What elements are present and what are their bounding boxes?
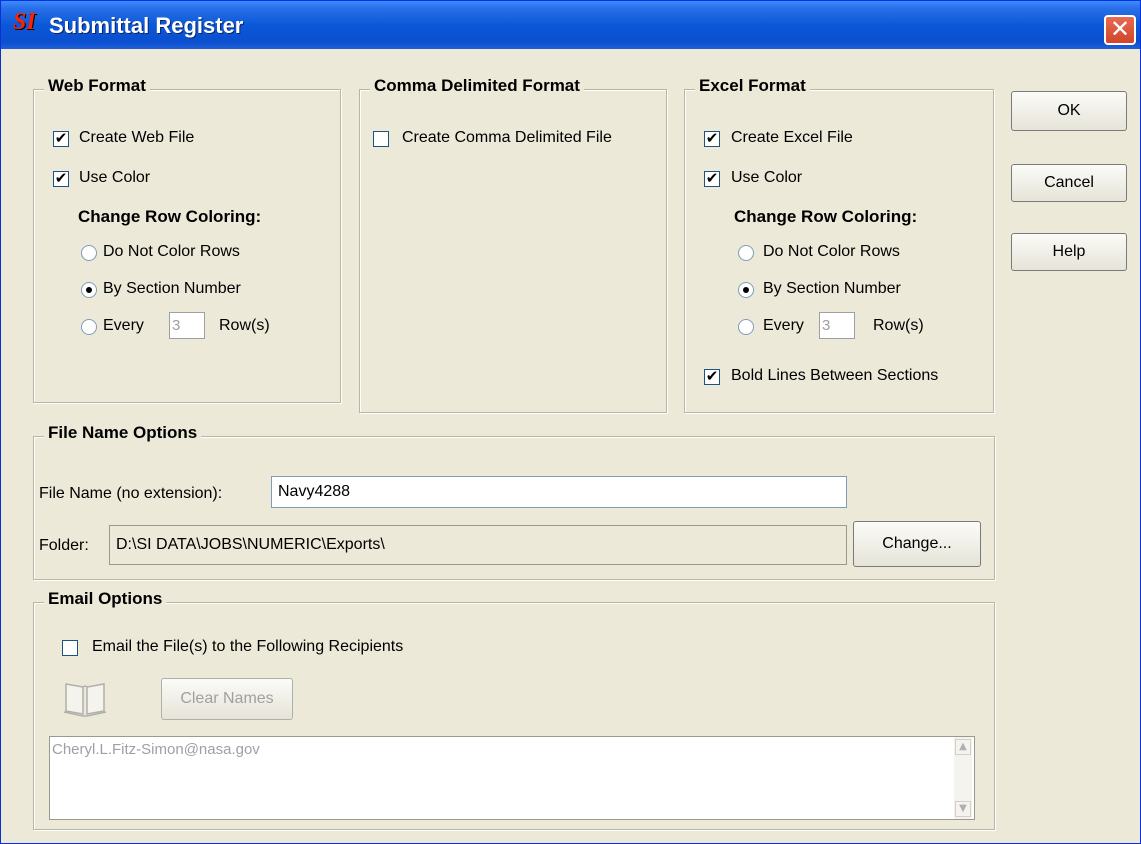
- create-excel-file-checkbox[interactable]: ✔: [704, 129, 720, 147]
- file-name-options-legend: File Name Options: [44, 423, 202, 443]
- web-format-legend: Web Format: [44, 76, 150, 96]
- title-bar[interactable]: SI Submittal Register ✕: [1, 1, 1140, 49]
- window-title: Submittal Register: [49, 13, 244, 38]
- submittal-register-dialog: SI Submittal Register ✕ Web Format ✔ Cre…: [0, 0, 1141, 844]
- folder-path-field: D:\SI DATA\JOBS\NUMERIC\Exports\: [109, 525, 847, 565]
- checkmark-icon: ✔: [54, 129, 68, 147]
- change-folder-button[interactable]: Change...: [853, 521, 981, 567]
- radio-selected-dot: [743, 287, 749, 293]
- checkmark-icon: ✔: [705, 169, 719, 187]
- create-comma-file-checkbox[interactable]: [373, 131, 389, 147]
- web-use-color-label[interactable]: Use Color: [79, 169, 150, 187]
- scroll-down-arrow-icon[interactable]: ▼: [955, 801, 971, 817]
- bold-lines-checkbox[interactable]: ✔: [704, 367, 720, 385]
- excel-use-color-label[interactable]: Use Color: [731, 169, 802, 187]
- web-radio-by-section[interactable]: [81, 282, 97, 298]
- close-button[interactable]: ✕: [1104, 15, 1136, 45]
- web-radio-every-label[interactable]: Every: [103, 317, 144, 335]
- email-file-checkbox[interactable]: [62, 640, 78, 656]
- clear-names-button[interactable]: Clear Names: [161, 678, 293, 720]
- checkmark-icon: ✔: [54, 169, 68, 187]
- excel-row-coloring-heading: Change Row Coloring:: [734, 207, 918, 226]
- web-radio-every[interactable]: [81, 319, 97, 335]
- excel-use-color-checkbox[interactable]: ✔: [704, 169, 720, 187]
- comma-format-legend: Comma Delimited Format: [370, 76, 584, 96]
- excel-radio-by-section[interactable]: [738, 282, 754, 298]
- close-icon: ✕: [1109, 15, 1131, 43]
- web-radio-do-not-color[interactable]: [81, 245, 97, 261]
- file-name-label: File Name (no extension):: [39, 485, 223, 502]
- excel-every-rows-input[interactable]: 3: [819, 312, 855, 339]
- checkmark-icon: ✔: [705, 129, 719, 147]
- app-logo-icon: SI: [13, 9, 36, 35]
- excel-radio-do-not-color[interactable]: [738, 245, 754, 261]
- web-use-color-checkbox[interactable]: ✔: [53, 169, 69, 187]
- file-name-input[interactable]: Navy4288: [271, 476, 847, 508]
- address-book-button[interactable]: [59, 674, 111, 722]
- create-web-file-label[interactable]: Create Web File: [79, 129, 194, 147]
- create-comma-file-label[interactable]: Create Comma Delimited File: [402, 129, 612, 147]
- cancel-button[interactable]: Cancel: [1011, 164, 1127, 202]
- excel-radio-every-label[interactable]: Every: [763, 317, 804, 335]
- radio-selected-dot: [86, 287, 92, 293]
- scroll-up-arrow-icon[interactable]: ▲: [955, 739, 971, 755]
- excel-radio-do-not-color-label[interactable]: Do Not Color Rows: [763, 243, 900, 261]
- recipients-text: Cheryl.L.Fitz-Simon@nasa.gov: [52, 741, 260, 758]
- ok-button[interactable]: OK: [1011, 91, 1127, 131]
- help-button[interactable]: Help: [1011, 233, 1127, 271]
- email-file-label[interactable]: Email the File(s) to the Following Recip…: [92, 638, 403, 656]
- web-radio-do-not-color-label[interactable]: Do Not Color Rows: [103, 243, 240, 261]
- checkmark-icon: ✔: [705, 367, 719, 385]
- excel-radio-by-section-label[interactable]: By Section Number: [763, 280, 901, 298]
- recipients-scrollbar[interactable]: ▲ ▼: [954, 737, 972, 819]
- web-radio-by-section-label[interactable]: By Section Number: [103, 280, 241, 298]
- web-rows-label: Row(s): [219, 317, 270, 334]
- book-icon: [63, 683, 107, 717]
- create-web-file-checkbox[interactable]: ✔: [53, 129, 69, 147]
- bold-lines-label[interactable]: Bold Lines Between Sections: [731, 367, 938, 385]
- excel-radio-every[interactable]: [738, 319, 754, 335]
- excel-format-legend: Excel Format: [695, 76, 810, 96]
- recipients-textarea[interactable]: Cheryl.L.Fitz-Simon@nasa.gov ▲ ▼: [49, 736, 975, 820]
- email-options-legend: Email Options: [44, 589, 167, 609]
- folder-label: Folder:: [39, 537, 89, 554]
- web-row-coloring-heading: Change Row Coloring:: [78, 207, 262, 226]
- web-every-rows-input[interactable]: 3: [169, 312, 205, 339]
- excel-rows-label: Row(s): [873, 317, 924, 334]
- create-excel-file-label[interactable]: Create Excel File: [731, 129, 853, 147]
